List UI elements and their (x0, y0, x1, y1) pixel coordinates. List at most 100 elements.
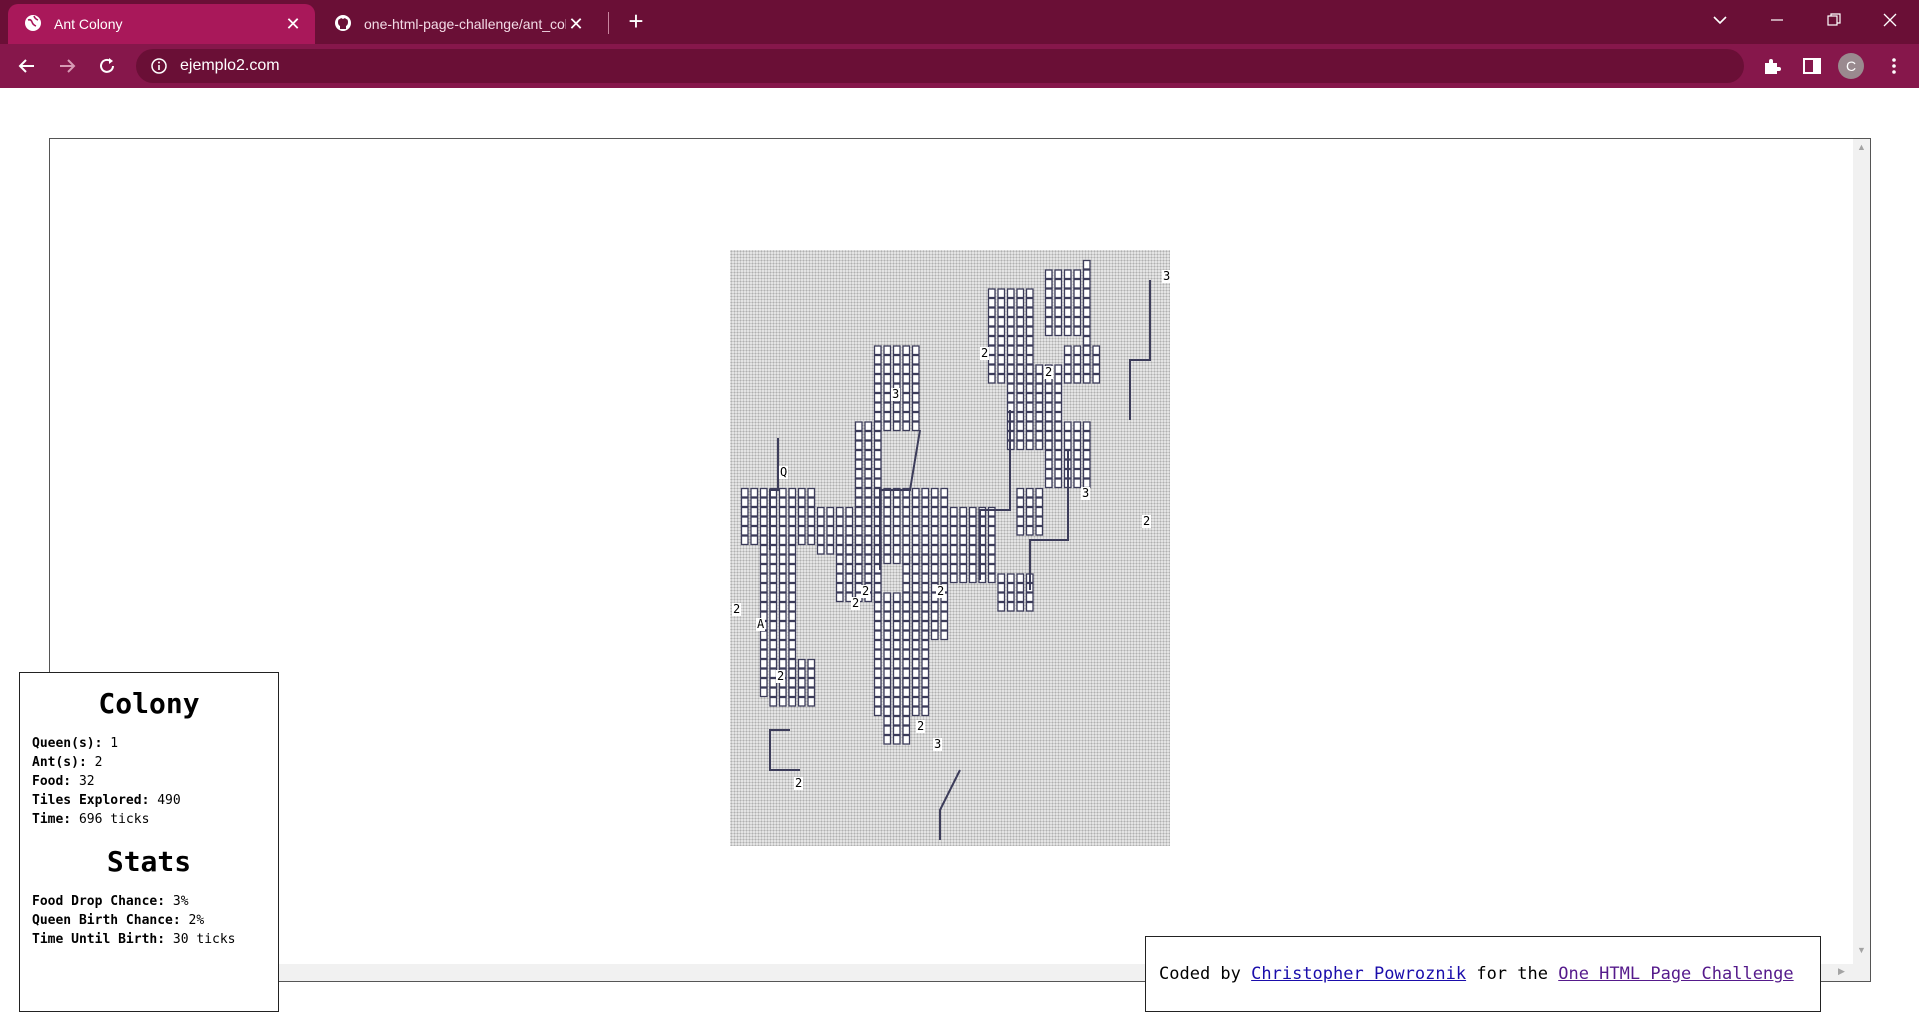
tunnel-tile (778, 554, 787, 565)
food-count-label: 2 (732, 602, 742, 616)
scroll-down-arrow-icon[interactable]: ▼ (1857, 945, 1866, 955)
tunnel-tile (1016, 364, 1025, 375)
tunnel-tile (911, 373, 920, 384)
close-tab-icon[interactable]: ✕ (283, 14, 303, 34)
tunnel-tile (835, 573, 844, 584)
browser-toolbar: ejemplo2.com C (0, 44, 1919, 88)
tunnel-tile (883, 516, 892, 527)
tunnel-tile (1025, 326, 1034, 337)
tab-separator (608, 12, 609, 34)
tunnel-tile (1063, 430, 1072, 441)
tunnel-tile (883, 525, 892, 536)
tunnel-tile (816, 535, 825, 546)
reload-icon[interactable] (93, 52, 121, 80)
tunnel-tile (959, 554, 968, 565)
tunnel-tile (1025, 316, 1034, 327)
tunnel-tile (902, 402, 911, 413)
tunnel-tile (854, 497, 863, 508)
site-info-icon[interactable] (150, 57, 168, 75)
tunnel-tile (759, 535, 768, 546)
tunnel-tile (892, 364, 901, 375)
tunnel-tile (1073, 316, 1082, 327)
tunnel-tile (873, 582, 882, 593)
tunnel-tile (949, 525, 958, 536)
tunnel-tile (864, 573, 873, 584)
tunnel-tile (1025, 421, 1034, 432)
tunnel-tile (864, 516, 873, 527)
side-panel-icon[interactable] (1798, 52, 1826, 80)
tunnel-tile (759, 487, 768, 498)
tunnel-tile (788, 487, 797, 498)
tunnel-tile (921, 620, 930, 631)
tab-search-icon[interactable] (1700, 4, 1740, 36)
tunnel-tile (769, 630, 778, 641)
tunnel-tile (759, 677, 768, 688)
tunnel-tile (883, 402, 892, 413)
tunnel-tile (1073, 449, 1082, 460)
tunnel-tile (797, 535, 806, 546)
tunnel-tile (902, 554, 911, 565)
tunnel-tile (1054, 459, 1063, 470)
scroll-right-arrow-icon[interactable]: ▶ (1838, 966, 1845, 977)
scroll-up-arrow-icon[interactable]: ▲ (1857, 142, 1866, 152)
extensions-puzzle-icon[interactable] (1758, 52, 1786, 80)
tunnel-tile (1016, 601, 1025, 612)
profile-avatar[interactable]: C (1838, 53, 1864, 79)
game-world-frame[interactable]: 3223Q322222A2232 ▲ ▼ ▶ (49, 138, 1871, 982)
tunnel-tile (1082, 269, 1091, 280)
ant-marker: A (756, 617, 766, 631)
tunnel-tile (930, 620, 939, 631)
tunnel-tile (1054, 297, 1063, 308)
tunnel-tile (892, 516, 901, 527)
tunnel-tile (883, 592, 892, 603)
tunnel-tile (930, 525, 939, 536)
tunnel-tile (911, 582, 920, 593)
tunnel-tile (987, 335, 996, 346)
menu-kebab-icon[interactable] (1880, 52, 1908, 80)
tunnel-tile (987, 525, 996, 536)
tab-github[interactable]: one-html-page-challenge/ant_colony ✕ (318, 4, 598, 44)
tunnel-tile (740, 497, 749, 508)
tunnel-tile (788, 582, 797, 593)
tab-ant-colony[interactable]: Ant Colony ✕ (8, 4, 315, 44)
tunnel-tile (892, 658, 901, 669)
tunnel-tile (759, 497, 768, 508)
tunnel-tile (987, 516, 996, 527)
tunnel-tile (788, 563, 797, 574)
tunnel-tile (1054, 316, 1063, 327)
tunnel-tile (987, 535, 996, 546)
tunnel-tile (769, 696, 778, 707)
tunnel-tile (1073, 440, 1082, 451)
challenge-link[interactable]: One HTML Page Challenge (1558, 964, 1793, 984)
tunnel-tile (873, 620, 882, 631)
tunnel-tile (997, 582, 1006, 593)
forward-arrow-icon[interactable] (53, 52, 81, 80)
tunnel-tile (769, 639, 778, 650)
tunnel-tile (759, 544, 768, 555)
tunnel-tile (1016, 316, 1025, 327)
new-tab-button[interactable]: + (622, 8, 650, 36)
tunnel-tile (1006, 364, 1015, 375)
tunnel-tile (788, 573, 797, 584)
minimize-icon[interactable] (1757, 4, 1797, 36)
close-window-icon[interactable] (1870, 4, 1910, 36)
tunnel-tile (930, 516, 939, 527)
tunnel-tile (864, 506, 873, 517)
vertical-scrollbar[interactable]: ▲ ▼ (1853, 139, 1870, 981)
restore-icon[interactable] (1814, 4, 1854, 36)
tunnel-tile (1073, 421, 1082, 432)
back-arrow-icon[interactable] (13, 52, 41, 80)
time-row: Time: 696 ticks (32, 812, 150, 827)
tunnel-tile (883, 611, 892, 622)
tunnel-tile (807, 696, 816, 707)
author-link[interactable]: Christopher Powroznik (1251, 964, 1466, 984)
tunnel-tile (949, 563, 958, 574)
tunnel-tile (987, 316, 996, 327)
tunnel-tile (788, 687, 797, 698)
tunnel-tile (1054, 364, 1063, 375)
queens-row: Queen(s): 1 (32, 736, 119, 751)
tunnel-tile (873, 402, 882, 413)
address-bar[interactable]: ejemplo2.com (136, 49, 1744, 83)
tunnel-tile (949, 573, 958, 584)
close-tab-icon[interactable]: ✕ (566, 14, 586, 34)
